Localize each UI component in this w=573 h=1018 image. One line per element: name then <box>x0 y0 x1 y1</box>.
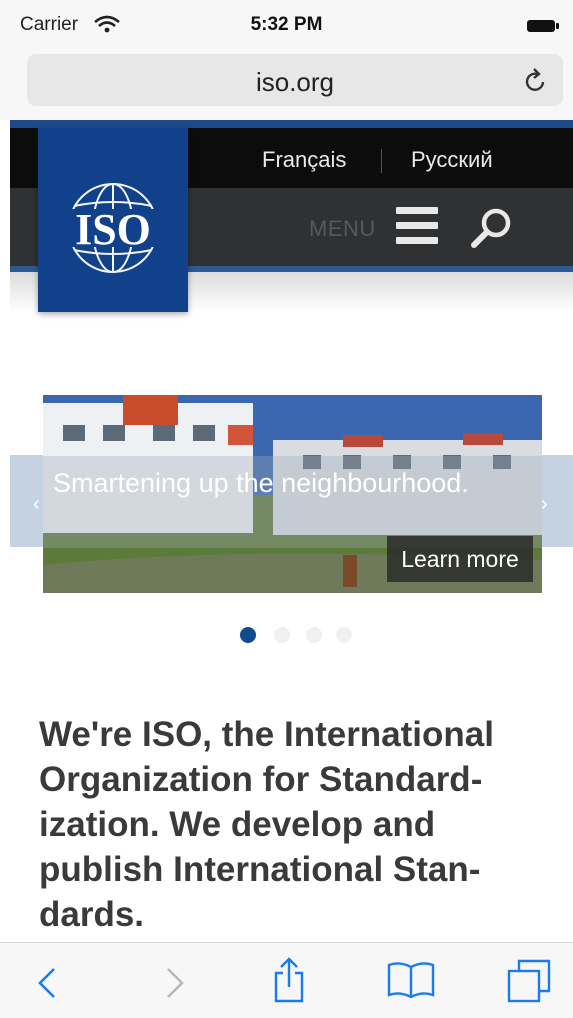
language-link-fr[interactable]: Français <box>262 147 346 173</box>
reload-icon[interactable] <box>523 66 549 94</box>
pagination-dot-2[interactable] <box>274 627 290 643</box>
status-bar: Carrier 5:32 PM <box>0 0 573 44</box>
url-text: iso.org <box>255 67 335 97</box>
iso-logo[interactable]: ISO <box>38 128 188 312</box>
address-bar[interactable]: iso.org <box>27 54 563 106</box>
browser-chrome: iso.org <box>0 44 573 120</box>
logo-text: ISO <box>75 205 151 254</box>
hamburger-menu-icon[interactable] <box>396 207 438 247</box>
back-icon[interactable] <box>34 965 62 1001</box>
intro-headline: We're ISO, the International Organizatio… <box>39 715 494 934</box>
language-divider <box>381 149 382 173</box>
slide-caption: Smartening up the neighbourhood. <box>53 468 469 498</box>
globe-icon: ISO <box>52 183 174 273</box>
menu-label[interactable]: MENU <box>309 216 376 242</box>
language-link-ru[interactable]: Русский <box>411 147 493 173</box>
battery-icon <box>527 20 559 32</box>
bookmarks-icon[interactable] <box>386 961 436 999</box>
learn-more-button[interactable]: Learn more <box>387 536 533 582</box>
search-icon[interactable] <box>468 203 516 251</box>
pagination-dot-4[interactable] <box>336 627 352 643</box>
carousel-prev-icon[interactable]: ‹ <box>33 493 40 516</box>
forward-icon[interactable] <box>160 965 188 1001</box>
share-icon[interactable] <box>272 957 306 1003</box>
pagination-dot-3[interactable] <box>306 627 322 643</box>
tabs-icon[interactable] <box>506 959 552 1003</box>
carousel-next-icon[interactable]: › <box>541 493 548 516</box>
clock: 5:32 PM <box>250 14 323 35</box>
pagination-dot-1[interactable] <box>240 627 256 643</box>
browser-toolbar <box>0 942 573 1018</box>
carousel-slide[interactable]: Smartening up the neighbourhood. Learn m… <box>43 395 542 593</box>
header-top-border <box>10 120 573 128</box>
